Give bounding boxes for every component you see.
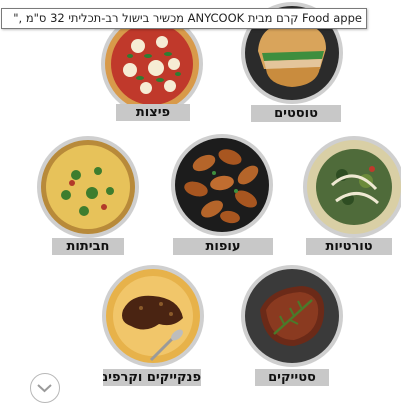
chicken-wings-image[interactable] xyxy=(170,133,274,237)
category-label-steaks[interactable]: סטייקים xyxy=(255,369,329,386)
product-title-tooltip: Food appe קרם מבית ANYCOOK מכשיר בישול ר… xyxy=(1,8,367,29)
category-label-pizzas[interactable]: פיצות xyxy=(116,104,190,121)
steak-image[interactable] xyxy=(240,264,344,368)
category-label-pancakes-crepes[interactable]: פנקייקים וקרפים xyxy=(103,369,201,386)
chevron-down-icon xyxy=(37,384,52,393)
omelette-image[interactable] xyxy=(36,135,140,239)
tortilla-image[interactable] xyxy=(302,135,401,239)
category-label-chicken[interactable]: עופות xyxy=(173,238,273,255)
category-label-toasts[interactable]: טוסטים xyxy=(251,105,341,122)
category-label-omelettes[interactable]: חביתות xyxy=(52,238,124,255)
pancake-crepe-image[interactable] xyxy=(101,264,205,368)
category-label-tortillas[interactable]: טורטיות xyxy=(306,238,392,255)
scroll-down-button[interactable] xyxy=(30,373,60,403)
